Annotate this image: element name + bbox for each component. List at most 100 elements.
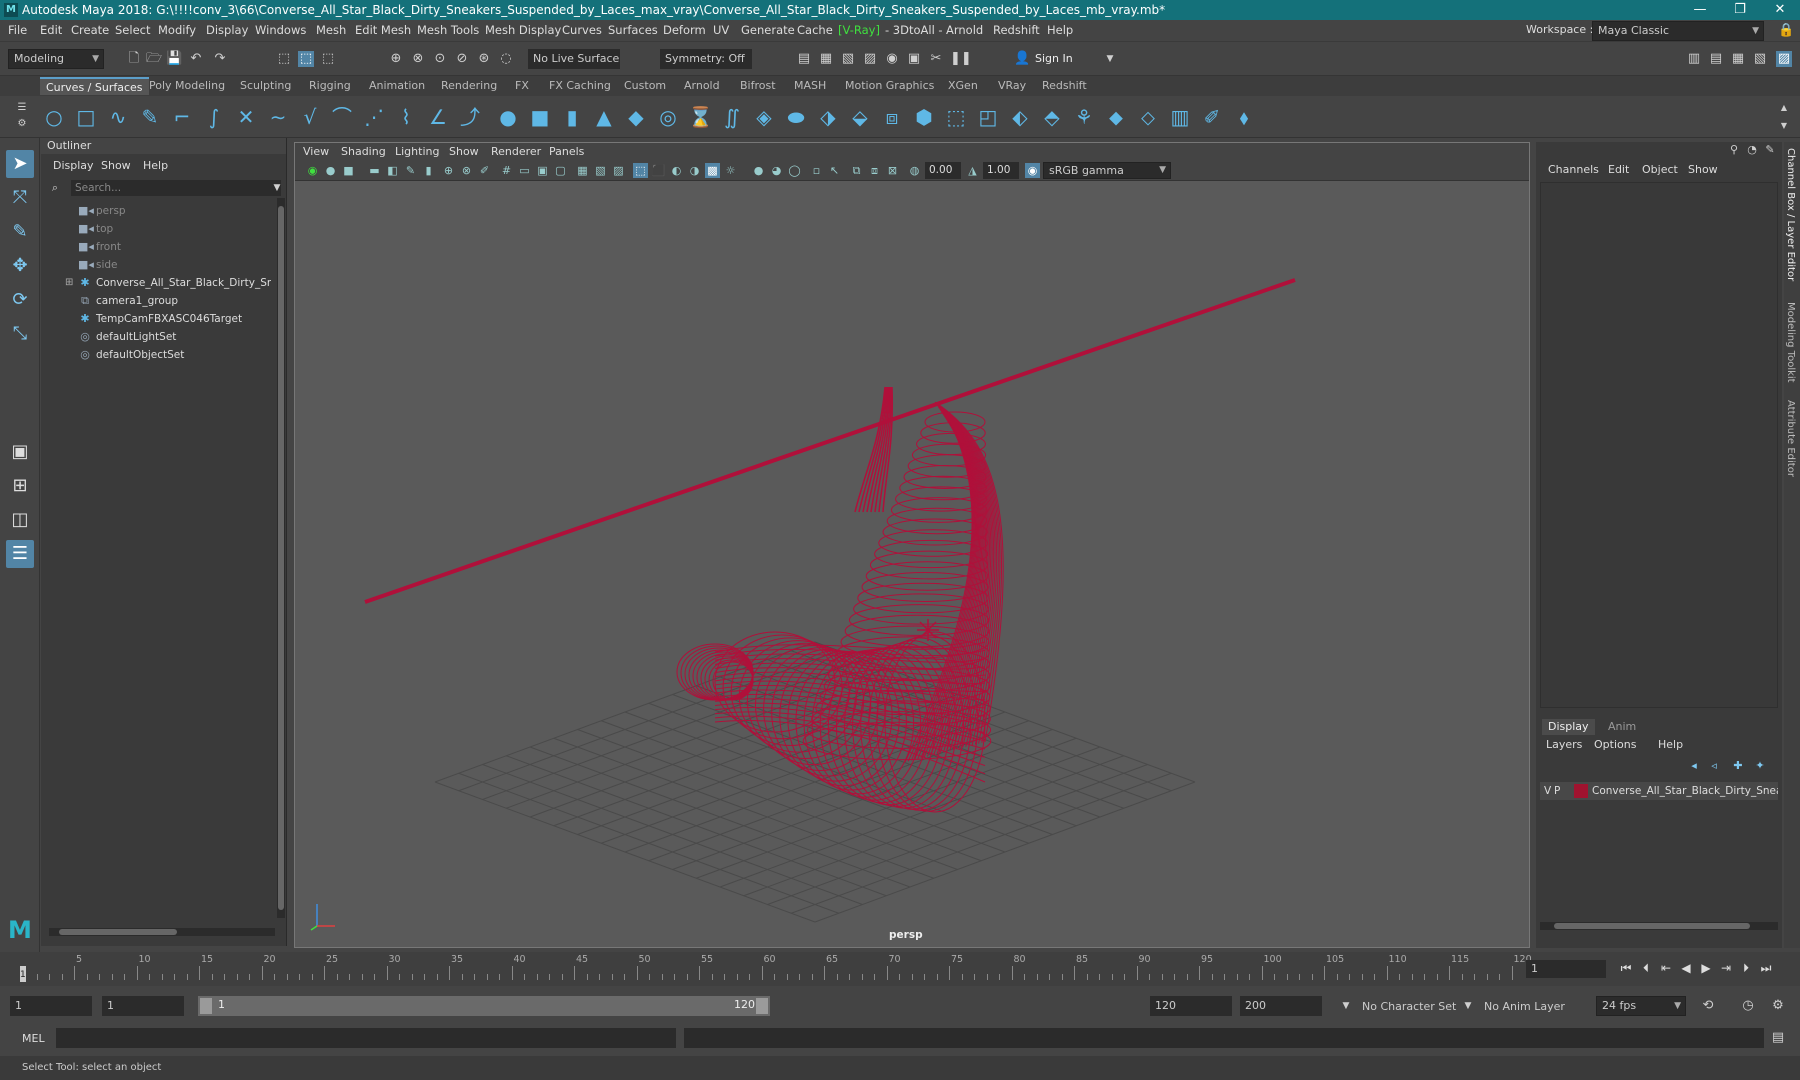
outliner-item[interactable]: ⧉ camera1_group: [41, 292, 271, 310]
select-camera-icon[interactable]: ◉: [305, 163, 320, 178]
attach-surfaces-icon[interactable]: ⚘: [1072, 105, 1096, 129]
attribute-editor-icon[interactable]: ◔: [1744, 142, 1760, 158]
step-forward-key-icon[interactable]: ⇥: [1718, 960, 1734, 976]
side-tab-channel-box[interactable]: Channel Box / Layer Editor: [1785, 148, 1796, 281]
anti-aliasing-icon[interactable]: ◕: [769, 163, 784, 178]
go-to-end-icon[interactable]: ⏭: [1758, 960, 1774, 976]
scale-tool-icon[interactable]: ⤡: [6, 320, 34, 348]
shelf-tab-motion-graphics[interactable]: Motion Graphics: [845, 79, 934, 92]
shelf-scroll-down-icon[interactable]: ▼: [1776, 118, 1792, 134]
menu-deform[interactable]: Deform: [663, 23, 706, 37]
pencil-curve-icon[interactable]: ✎: [138, 105, 162, 129]
save-scene-icon[interactable]: 💾: [166, 51, 182, 67]
playback-start-field[interactable]: 1: [102, 996, 184, 1016]
field-chart-icon[interactable]: ✐: [477, 163, 492, 178]
shelf-tab-sculpting[interactable]: Sculpting: [240, 79, 291, 92]
surface-editing-icon[interactable]: ⬧: [1232, 105, 1256, 129]
grease-pencil-icon[interactable]: ✎: [403, 163, 418, 178]
viewport-menu-shading[interactable]: Shading: [341, 145, 386, 158]
outliner-item[interactable]: ◎ defaultLightSet: [41, 328, 271, 346]
open-scene-icon[interactable]: 🗁: [146, 51, 162, 67]
gamma-icon[interactable]: ◮: [965, 163, 980, 178]
wireframe-icon[interactable]: ▢: [553, 163, 568, 178]
menu-set-dropdown[interactable]: Modeling ▼: [8, 49, 104, 69]
shelf-tab-rendering[interactable]: Rendering: [441, 79, 497, 92]
square-surface-icon[interactable]: ⧈: [880, 105, 904, 129]
frame-all-icon[interactable]: ⧉: [849, 163, 864, 178]
tab-anim[interactable]: Anim: [1608, 720, 1636, 733]
vray-render-icon[interactable]: ▣: [906, 51, 922, 67]
script-language-toggle[interactable]: MEL: [22, 1032, 45, 1045]
shelf-tab-fx[interactable]: FX: [515, 79, 529, 92]
channel-box-menu-edit[interactable]: Edit: [1608, 163, 1629, 176]
layer-menu-options[interactable]: Options: [1594, 738, 1636, 751]
use-lights-icon[interactable]: ◐: [669, 163, 684, 178]
chevron-down-icon[interactable]: ▼: [1338, 998, 1354, 1014]
shelf-settings-icon[interactable]: ⚙: [14, 116, 30, 132]
move-layer-down-icon[interactable]: ◃: [1706, 758, 1722, 774]
expand-icon[interactable]: ⊞: [65, 274, 73, 292]
outliner-item[interactable]: ■◂ side: [41, 256, 271, 274]
outliner-item[interactable]: ■◂ top: [41, 220, 271, 238]
planar-icon[interactable]: ◈: [752, 105, 776, 129]
display-layer-row[interactable]: V P Converse_All_Star_Black_Dirty_Sneake…: [1540, 782, 1778, 800]
rotate-tool-icon[interactable]: ⟳: [6, 286, 34, 314]
channel-box-menu-object[interactable]: Object: [1642, 163, 1678, 176]
curve-extend-icon[interactable]: ⤴: [458, 105, 482, 129]
camera-attributes-icon[interactable]: ●: [323, 163, 338, 178]
outliner-layout-icon[interactable]: ◫: [6, 506, 34, 534]
layer-visibility-toggle[interactable]: V: [1544, 782, 1551, 800]
ipr-render-icon[interactable]: ▧: [840, 51, 856, 67]
nurbs-cone-icon[interactable]: ▲: [592, 105, 616, 129]
render-view-icon[interactable]: ▤: [796, 51, 812, 67]
outliner-item[interactable]: ◎ defaultObjectSet: [41, 346, 271, 364]
isolate-select-icon[interactable]: ▫: [809, 163, 824, 178]
extrude-icon[interactable]: ⬬: [784, 105, 808, 129]
rope-wire[interactable]: [364, 278, 1296, 604]
outliner-item[interactable]: ■◂ persp: [41, 202, 271, 220]
channel-box-body[interactable]: [1540, 182, 1778, 708]
scrollbar-thumb[interactable]: [1554, 923, 1750, 929]
outliner-item[interactable]: ⊞ ✱Converse_All_Star_Black_Dirty_Sneaker…: [41, 274, 271, 292]
hypershade-icon[interactable]: ◉: [884, 51, 900, 67]
step-forward-frame-icon[interactable]: ⏵: [1738, 960, 1754, 976]
select-object-icon[interactable]: ⬚: [298, 51, 314, 67]
view-transform-dropdown[interactable]: sRGB gamma ▼: [1043, 162, 1171, 179]
loop-icon[interactable]: ⟲: [1700, 998, 1716, 1014]
smooth-shade-icon[interactable]: ▦: [575, 163, 590, 178]
surface-intersect-icon[interactable]: ⬚: [944, 105, 968, 129]
wireframe-on-shaded-icon[interactable]: ▧: [593, 163, 608, 178]
viewport-menu-panels[interactable]: Panels: [549, 145, 584, 158]
ambient-occlusion-icon[interactable]: ☼: [723, 163, 738, 178]
channel-box-icon[interactable]: ⚲: [1726, 142, 1742, 158]
gamma-field[interactable]: 1.00: [983, 162, 1019, 179]
paint-select-tool-icon[interactable]: ✎: [6, 218, 34, 246]
side-tab-attribute-editor[interactable]: Attribute Editor: [1785, 400, 1796, 477]
wireframe-mode-icon[interactable]: ⬚: [633, 163, 648, 178]
layer-color-swatch[interactable]: [1574, 784, 1588, 798]
animation-start-field[interactable]: 1: [10, 996, 92, 1016]
range-slider[interactable]: 1 120: [198, 996, 770, 1016]
step-back-key-icon[interactable]: ⇤: [1658, 960, 1674, 976]
attribute-editor-icon[interactable]: ▤: [1708, 51, 1724, 67]
rope-line[interactable]: [364, 278, 1296, 604]
bookmark-icon[interactable]: ■: [341, 163, 356, 178]
redo-icon[interactable]: ↷: [212, 51, 228, 67]
shelf-tab-redshift[interactable]: Redshift: [1042, 79, 1087, 92]
outliner-vertical-scrollbar[interactable]: [277, 198, 285, 918]
go-to-start-icon[interactable]: ⏮: [1618, 960, 1634, 976]
outliner-search-input[interactable]: Search...: [71, 180, 281, 196]
shelf-tab-mash[interactable]: MASH: [794, 79, 826, 92]
curve-fillet-icon[interactable]: ⌒: [330, 105, 354, 129]
shelf-scroll-up-icon[interactable]: ▲: [1776, 100, 1792, 116]
viewport-menu-view[interactable]: View: [303, 145, 329, 158]
sneaker-wireframe[interactable]: [676, 386, 1004, 813]
channel-box-icon[interactable]: ▧: [1752, 51, 1768, 67]
layer-horizontal-scrollbar[interactable]: [1540, 922, 1778, 930]
revolve-icon[interactable]: ⌛: [688, 105, 713, 129]
loft-icon[interactable]: ∬: [720, 105, 744, 129]
shelf-tab-poly-modeling[interactable]: Poly Modeling: [149, 79, 225, 92]
menu-modify[interactable]: Modify: [158, 23, 196, 37]
select-component-icon[interactable]: ⬚: [320, 51, 336, 67]
cv-curve-icon[interactable]: ⌐: [170, 105, 194, 129]
